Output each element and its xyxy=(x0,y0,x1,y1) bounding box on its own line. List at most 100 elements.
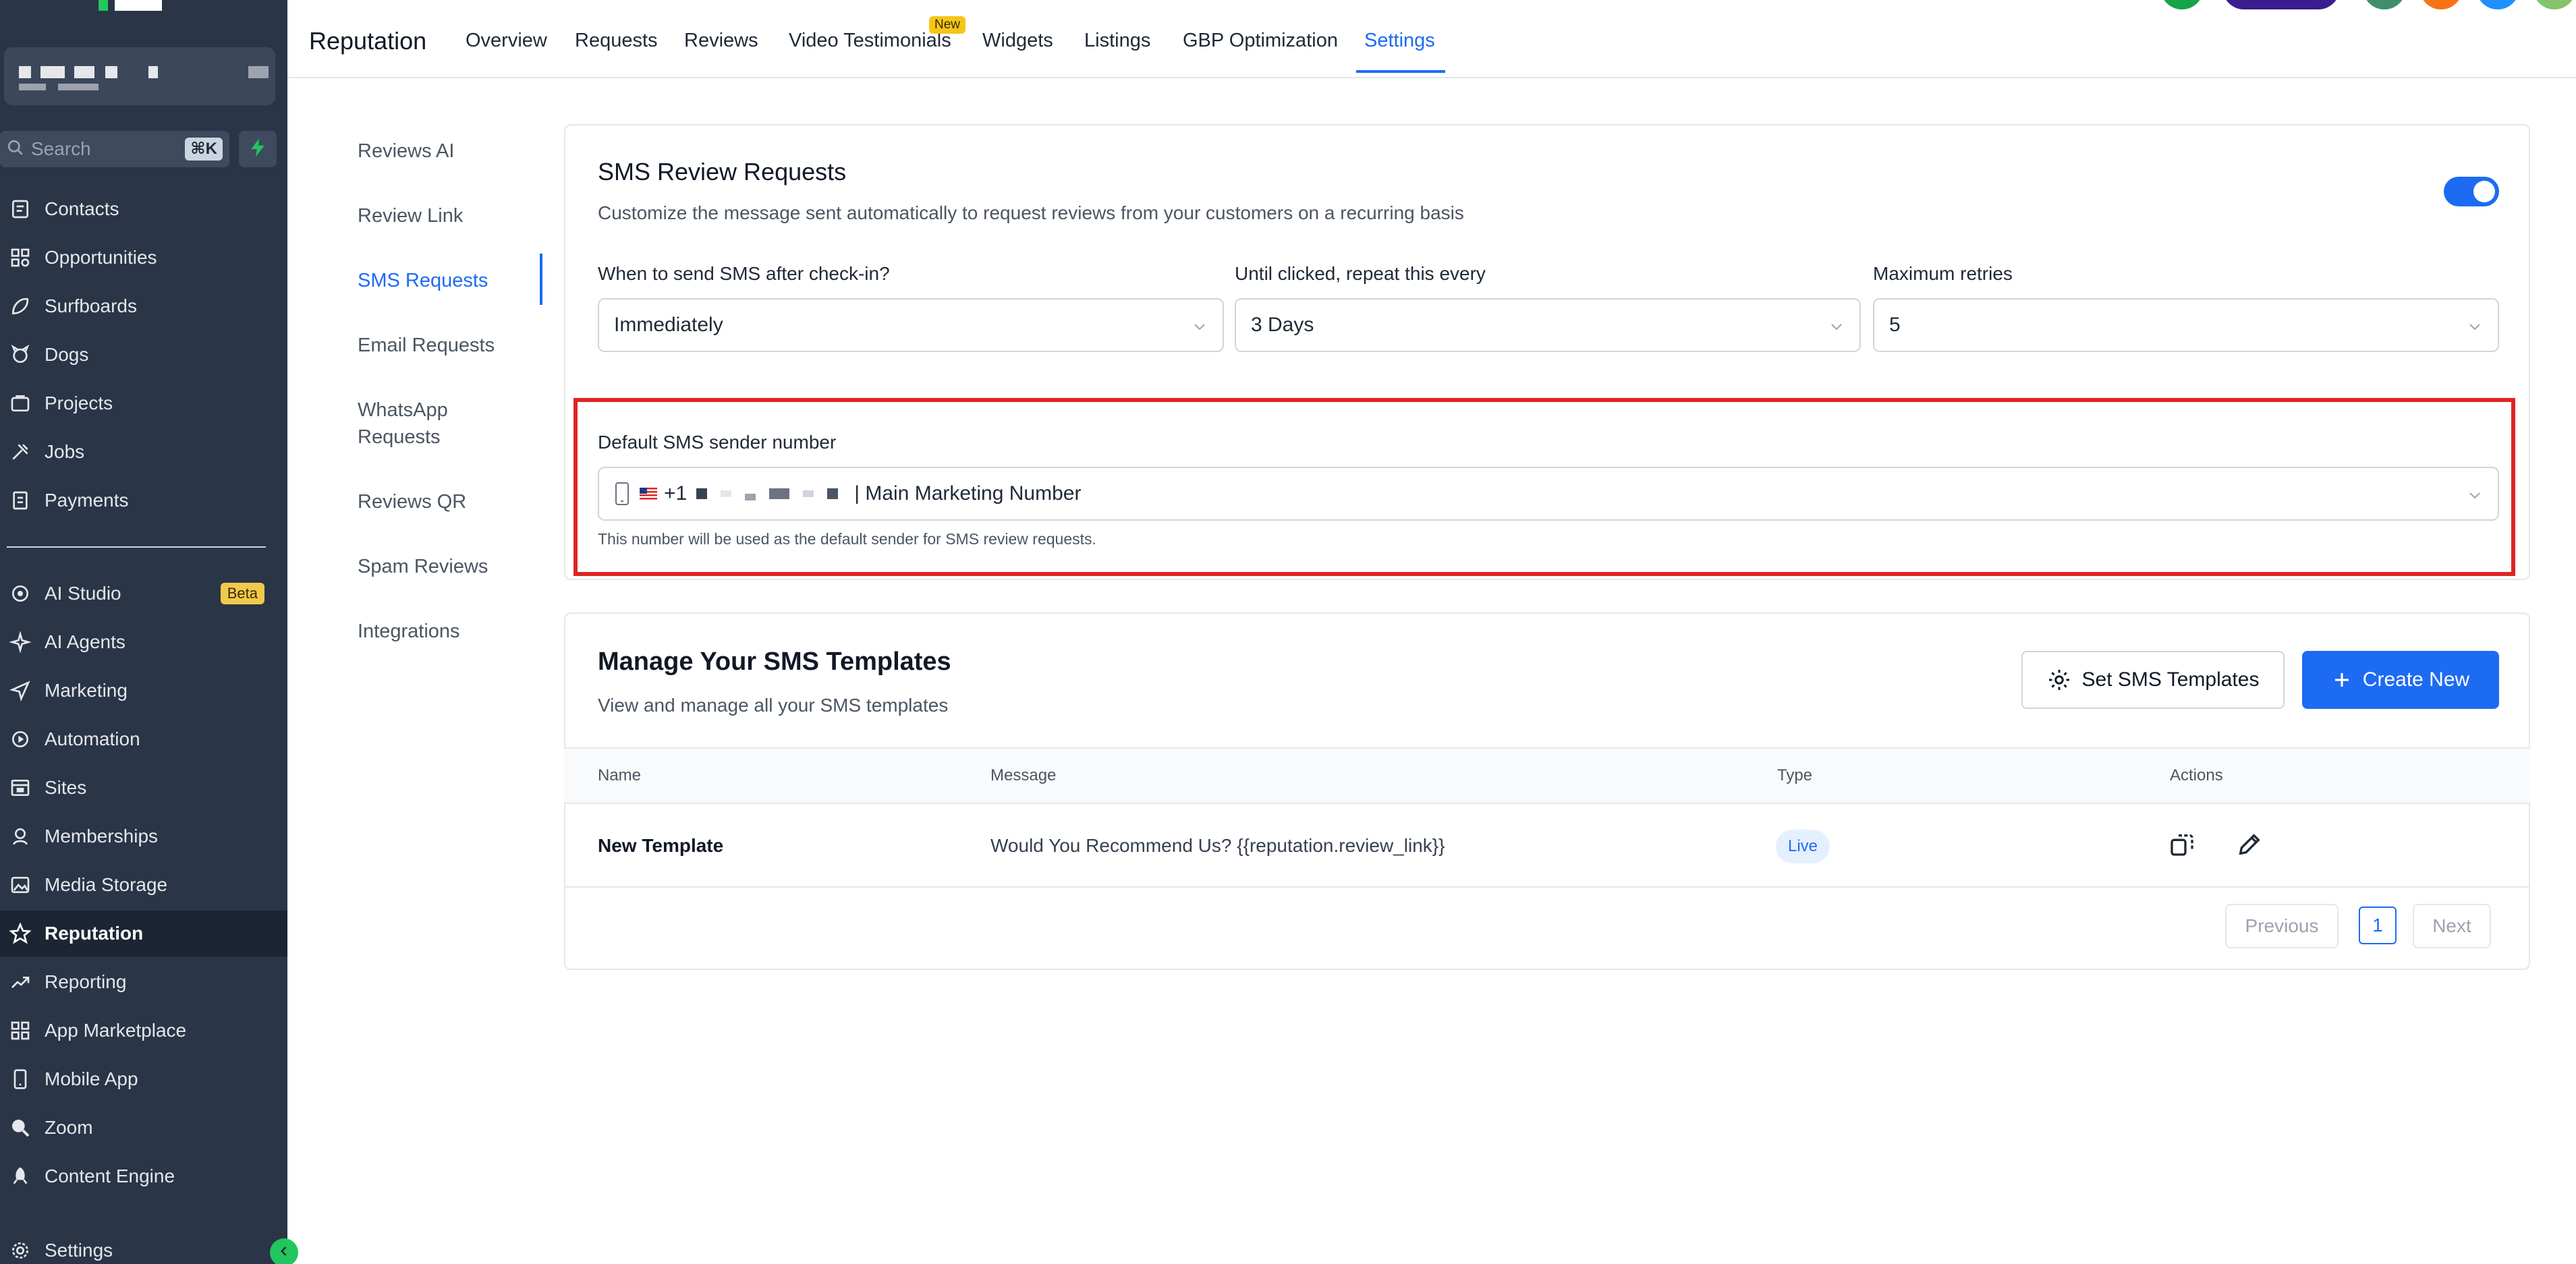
chevron-down-icon xyxy=(1828,317,1845,333)
set-sms-templates-button[interactable]: Set SMS Templates xyxy=(2021,651,2285,709)
subnav-reviews-ai[interactable]: Reviews AI xyxy=(358,138,454,165)
tab-listings[interactable]: Listings xyxy=(1084,30,1150,52)
template-name: New Template xyxy=(598,835,724,856)
sidebar-item-settings[interactable]: Settings xyxy=(0,1228,287,1264)
sites-icon xyxy=(7,774,34,801)
avatar[interactable] xyxy=(2160,0,2204,9)
chevron-down-icon xyxy=(1192,317,1208,333)
sidebar-item-label: Sites xyxy=(45,777,87,798)
subnav-sms-requests[interactable]: SMS Requests xyxy=(358,267,488,294)
send-icon xyxy=(7,677,34,704)
subnav-email-requests[interactable]: Email Requests xyxy=(358,332,495,359)
us-flag-icon xyxy=(640,488,657,500)
sidebar-item-media-storage[interactable]: Media Storage xyxy=(0,862,287,908)
status-badge: Live xyxy=(1776,830,1830,863)
zoom-icon xyxy=(7,1114,34,1141)
tab-settings[interactable]: Settings xyxy=(1364,30,1435,52)
sidebar-item-label: Surfboards xyxy=(45,295,137,316)
header-icon-button[interactable] xyxy=(2363,0,2406,9)
sms-requests-toggle[interactable] xyxy=(2444,177,2499,206)
sidebar-item-mobile-app[interactable]: Mobile App xyxy=(0,1056,287,1102)
sidebar-item-zoom[interactable]: Zoom xyxy=(0,1105,287,1151)
sidebar-item-reporting[interactable]: Reporting xyxy=(0,959,287,1005)
template-message: Would You Recommend Us? {{reputation.rev… xyxy=(990,835,1445,856)
sidebar-item-label: Jobs xyxy=(45,441,85,462)
when-to-send-select[interactable]: Immediately xyxy=(598,298,1224,352)
sidebar-item-opportunities[interactable]: Opportunities xyxy=(0,235,287,281)
plus-icon xyxy=(2332,670,2352,690)
edit-button[interactable] xyxy=(2233,830,2266,862)
next-page-button[interactable]: Next xyxy=(2413,904,2491,948)
collapse-sidebar-button[interactable] xyxy=(270,1238,298,1264)
sidebar-item-label: Marketing xyxy=(45,680,128,701)
sidebar-item-reputation[interactable]: Reputation xyxy=(0,911,287,956)
tab-reviews[interactable]: Reviews xyxy=(684,30,758,52)
ai-studio-icon xyxy=(7,580,34,607)
column-header-type: Type xyxy=(1777,766,1813,784)
search-placeholder: Search xyxy=(31,138,91,159)
sidebar-item-label: Opportunities xyxy=(45,247,157,268)
gear-icon xyxy=(7,1237,34,1264)
when-to-send-label: When to send SMS after check-in? xyxy=(598,263,890,284)
create-new-button[interactable]: Create New xyxy=(2302,651,2499,709)
search-input[interactable]: Search ⌘K xyxy=(0,131,229,167)
card-title: SMS Review Requests xyxy=(598,158,847,185)
page-number-button[interactable]: 1 xyxy=(2359,907,2397,944)
subnav-integrations[interactable]: Integrations xyxy=(358,618,460,645)
max-retries-select[interactable]: 5 xyxy=(1873,298,2499,352)
subnav-spam-reviews[interactable]: Spam Reviews xyxy=(358,553,488,580)
chevron-left-icon xyxy=(277,1244,291,1261)
header-icon-button[interactable] xyxy=(2476,0,2519,9)
sidebar-item-contacts[interactable]: Contacts xyxy=(0,186,287,232)
sidebar-item-content-engine[interactable]: Content Engine xyxy=(0,1153,287,1199)
beta-badge: Beta xyxy=(220,583,264,604)
sidebar-item-ai-agents[interactable]: AI Agents xyxy=(0,619,287,665)
header-action-button[interactable] xyxy=(2222,0,2340,9)
automation-icon xyxy=(7,726,34,753)
header-avatar[interactable] xyxy=(2533,0,2576,9)
quick-action-button[interactable] xyxy=(239,131,277,167)
tab-requests[interactable]: Requests xyxy=(575,30,658,52)
subnav-reviews-qr[interactable]: Reviews QR xyxy=(358,488,466,515)
sidebar-item-label: Reputation xyxy=(45,923,144,944)
active-tab-indicator xyxy=(1356,70,1445,73)
mobile-icon xyxy=(7,1066,34,1093)
sidebar-item-marketing[interactable]: Marketing xyxy=(0,668,287,714)
header-icon-button[interactable] xyxy=(2419,0,2463,9)
sidebar-item-dogs[interactable]: Dogs xyxy=(0,332,287,378)
tab-overview[interactable]: Overview xyxy=(466,30,547,52)
subnav-whatsapp-requests[interactable]: WhatsApp Requests xyxy=(358,397,479,451)
sidebar-item-memberships[interactable]: Memberships xyxy=(0,813,287,859)
search-icon xyxy=(7,139,24,160)
tab-video-testimonials[interactable]: Video Testimonials xyxy=(789,30,951,52)
subnav-review-link[interactable]: Review Link xyxy=(358,202,463,229)
repeat-interval-select[interactable]: 3 Days xyxy=(1235,298,1861,352)
sidebar-item-app-marketplace[interactable]: App Marketplace xyxy=(0,1008,287,1054)
image-icon xyxy=(7,871,34,898)
chevron-down-icon xyxy=(2467,317,2483,333)
copy-icon xyxy=(2168,831,2195,861)
sidebar-item-label: Media Storage xyxy=(45,874,168,895)
surfboard-icon xyxy=(7,293,34,320)
opportunities-icon xyxy=(7,244,34,271)
sidebar-item-automation[interactable]: Automation xyxy=(0,716,287,762)
repeat-label: Until clicked, repeat this every xyxy=(1235,263,1486,284)
app-root: Search ⌘K Contacts Opportunities Surfboa… xyxy=(0,0,2576,1264)
sidebar-item-surfboards[interactable]: Surfboards xyxy=(0,283,287,329)
account-switcher[interactable] xyxy=(4,47,275,105)
tab-gbp-optimization[interactable]: GBP Optimization xyxy=(1183,30,1338,52)
tab-widgets[interactable]: Widgets xyxy=(982,30,1053,52)
sidebar-item-payments[interactable]: Payments xyxy=(0,478,287,523)
sender-number-name: | Main Marketing Number xyxy=(854,482,1082,505)
sidebar-item-ai-studio[interactable]: AI Studio Beta xyxy=(0,571,287,616)
sender-number-select[interactable]: +1 | Main Marketing Number xyxy=(598,467,2499,521)
memberships-icon xyxy=(7,823,34,850)
sidebar-item-sites[interactable]: Sites xyxy=(0,765,287,811)
duplicate-button[interactable] xyxy=(2166,830,2198,862)
previous-page-button[interactable]: Previous xyxy=(2225,904,2339,948)
sidebar-item-label: AI Studio xyxy=(45,583,121,604)
sidebar-item-projects[interactable]: Projects xyxy=(0,380,287,426)
column-header-message: Message xyxy=(990,766,1057,784)
sidebar-item-jobs[interactable]: Jobs xyxy=(0,429,287,475)
sidebar-item-label: Settings xyxy=(45,1240,113,1261)
